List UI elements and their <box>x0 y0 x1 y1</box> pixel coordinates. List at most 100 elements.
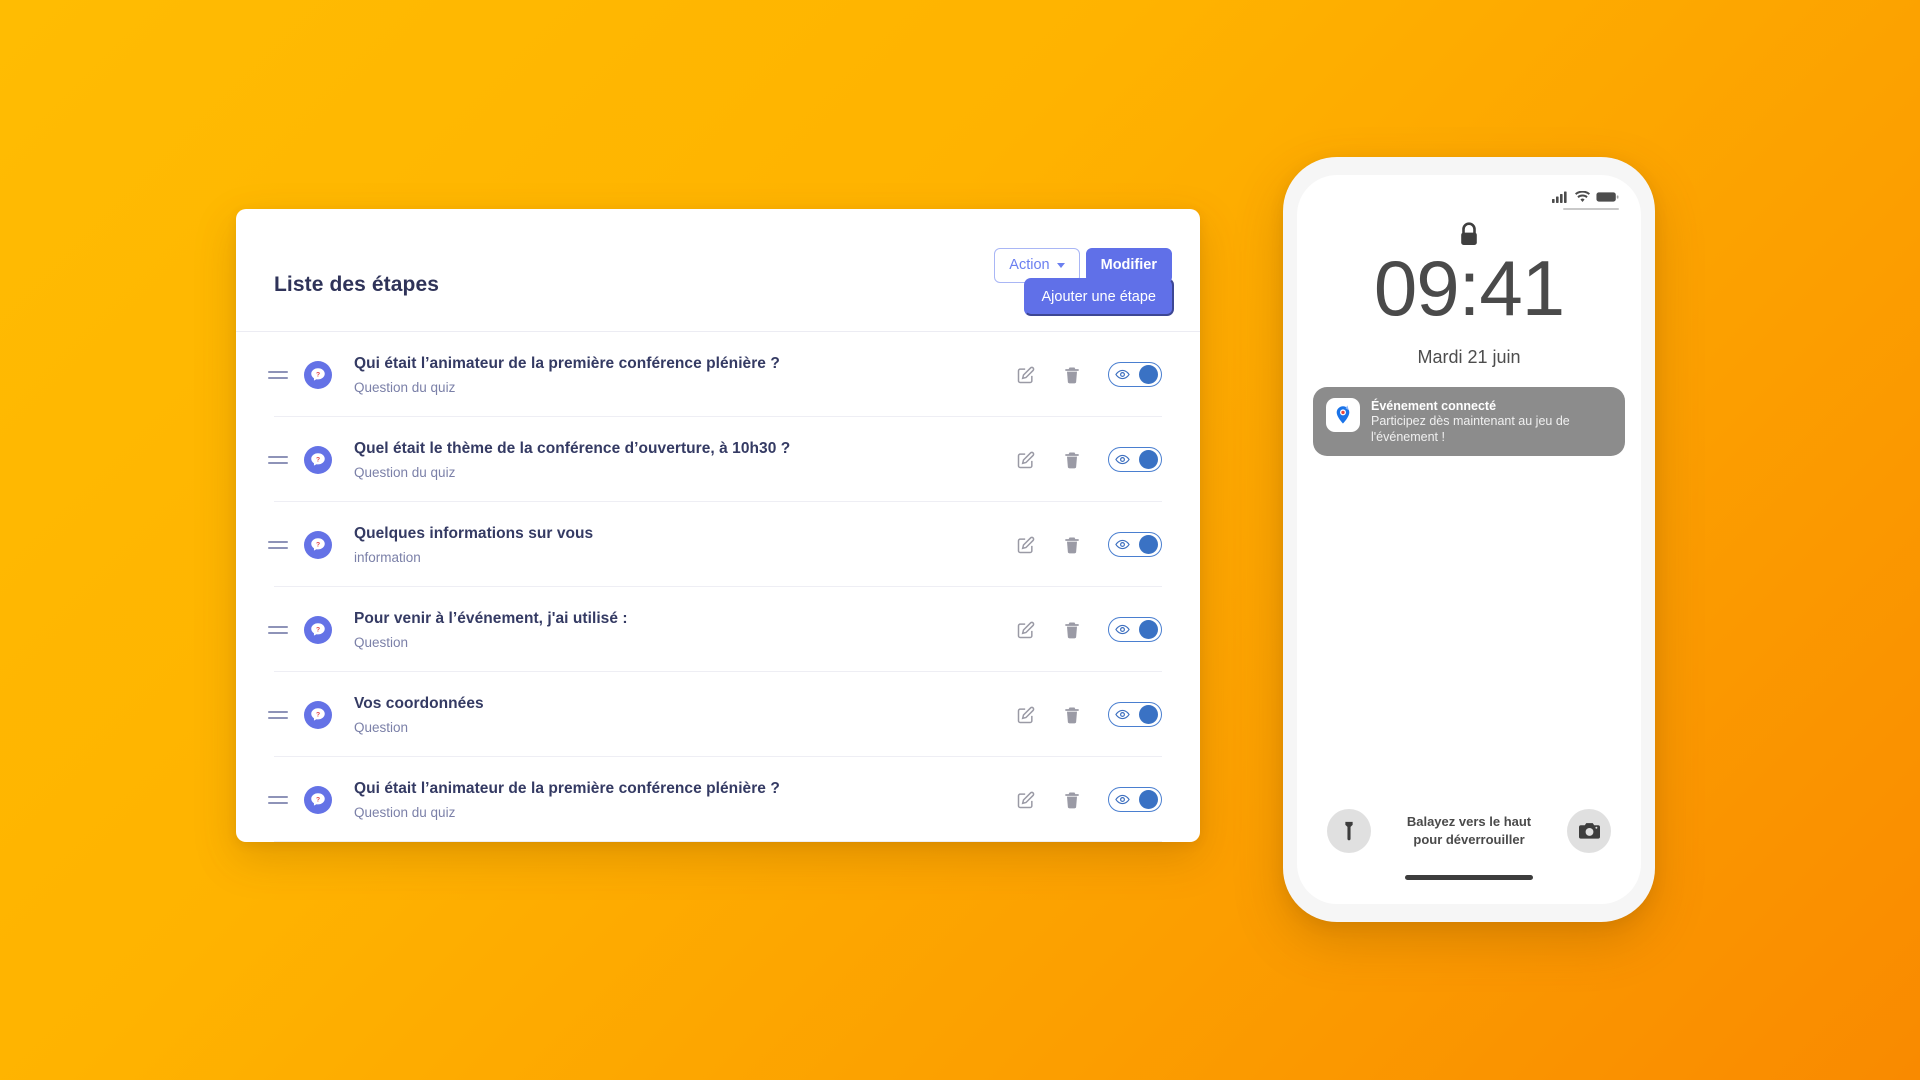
notification-title: Événement connecté <box>1371 399 1497 413</box>
step-subtitle: Question du quiz <box>354 804 456 820</box>
toggle-knob <box>1139 790 1158 809</box>
trash-icon[interactable] <box>1062 620 1082 640</box>
row-actions <box>1016 362 1162 387</box>
toggle-knob <box>1139 365 1158 384</box>
step-list: ? Qui était l’animateur de la première c… <box>236 332 1200 842</box>
table-row[interactable]: ? Quelques informations sur vous informa… <box>236 502 1200 587</box>
step-text: Qui était l’animateur de la première con… <box>354 780 1016 820</box>
notification-banner[interactable]: Événement connecté Participez dès mainte… <box>1313 387 1625 457</box>
toggle-knob <box>1139 535 1158 554</box>
trash-icon[interactable] <box>1062 365 1082 385</box>
cellular-signal-icon <box>1552 191 1567 203</box>
visibility-toggle[interactable] <box>1108 532 1162 557</box>
flashlight-icon[interactable] <box>1327 809 1371 853</box>
question-bubble-icon: ? <box>304 785 332 814</box>
step-text: Qui était l’animateur de la première con… <box>354 355 1016 395</box>
visibility-toggle[interactable] <box>1108 787 1162 812</box>
toggle-knob <box>1139 705 1158 724</box>
svg-text:?: ? <box>316 456 320 463</box>
svg-text:?: ? <box>316 626 320 633</box>
home-indicator[interactable] <box>1405 875 1533 880</box>
page-title: Liste des étapes <box>274 273 440 296</box>
table-row[interactable]: ? Qui était l’animateur de la première c… <box>236 757 1200 842</box>
battery-icon <box>1596 192 1619 202</box>
wifi-icon <box>1575 191 1590 202</box>
toggle-knob <box>1139 620 1158 639</box>
trash-icon[interactable] <box>1062 790 1082 810</box>
phone-bottom-row: Balayez vers le haut pour déverrouiller <box>1297 809 1641 853</box>
step-text: Vos coordonnées Question <box>354 695 1016 735</box>
phone-screen: 09:41 Mardi 21 juin Événement connecté P… <box>1297 175 1641 904</box>
edit-pencil-icon[interactable] <box>1016 790 1036 810</box>
row-actions <box>1016 447 1162 472</box>
phone-bottom-area: Balayez vers le haut pour déverrouiller <box>1297 809 1641 880</box>
table-row[interactable]: ? Vos coordonnées Question <box>236 672 1200 757</box>
edit-pencil-icon[interactable] <box>1016 450 1036 470</box>
question-bubble-icon: ? <box>304 360 332 389</box>
svg-text:?: ? <box>316 711 320 718</box>
notification-body: Événement connecté Participez dès mainte… <box>1371 398 1612 445</box>
action-dropdown-label: Action <box>1009 257 1050 273</box>
camera-icon[interactable] <box>1567 809 1611 853</box>
steps-card: Liste des étapes Action Modifier Ajouter… <box>236 209 1200 842</box>
drag-handle-icon[interactable] <box>268 370 290 379</box>
question-bubble-icon: ? <box>304 700 332 729</box>
swipe-hint-line1: Balayez vers le haut <box>1406 814 1532 830</box>
lockscreen-time: 09:41 <box>1373 244 1565 332</box>
visibility-toggle[interactable] <box>1108 362 1162 387</box>
toggle-knob <box>1139 450 1158 469</box>
lockscreen-date: Mardi 21 juin <box>1417 347 1521 367</box>
step-text: Quelques informations sur vous informati… <box>354 525 1016 565</box>
phone-status-bar <box>1552 191 1619 210</box>
swipe-hint: Balayez vers le haut pour déverrouiller <box>1371 813 1567 848</box>
table-row[interactable]: ? Qui était l’animateur de la première c… <box>236 332 1200 417</box>
map-pin-app-icon <box>1326 398 1360 432</box>
drag-handle-icon[interactable] <box>268 710 290 719</box>
status-underline <box>1563 208 1619 210</box>
svg-text:?: ? <box>316 796 320 803</box>
step-subtitle: Question <box>354 719 409 735</box>
svg-text:?: ? <box>316 541 320 548</box>
card-header: Liste des étapes Action Modifier Ajouter… <box>236 209 1200 332</box>
step-text: Pour venir à l’événement, j'ai utilisé :… <box>354 610 1016 650</box>
step-title: Quel était le thème de la conférence d’o… <box>354 439 791 457</box>
step-subtitle: Question du quiz <box>354 464 456 480</box>
visibility-toggle[interactable] <box>1108 617 1162 642</box>
drag-handle-icon[interactable] <box>268 625 290 634</box>
status-icons <box>1552 191 1619 203</box>
step-title: Pour venir à l’événement, j'ai utilisé : <box>354 609 628 627</box>
visibility-toggle[interactable] <box>1108 702 1162 727</box>
visibility-toggle[interactable] <box>1108 447 1162 472</box>
question-bubble-icon: ? <box>304 445 332 474</box>
step-title: Qui était l’animateur de la première con… <box>354 779 780 797</box>
drag-handle-icon[interactable] <box>268 540 290 549</box>
trash-icon[interactable] <box>1062 705 1082 725</box>
row-actions <box>1016 702 1162 727</box>
trash-icon[interactable] <box>1062 450 1082 470</box>
row-actions <box>1016 532 1162 557</box>
row-actions <box>1016 787 1162 812</box>
question-bubble-icon: ? <box>304 530 332 559</box>
edit-pencil-icon[interactable] <box>1016 365 1036 385</box>
question-bubble-icon: ? <box>304 615 332 644</box>
edit-pencil-icon[interactable] <box>1016 705 1036 725</box>
step-title: Quelques informations sur vous <box>354 524 594 542</box>
row-actions <box>1016 617 1162 642</box>
notification-text: Participez dès maintenant au jeu de l'év… <box>1371 414 1570 444</box>
table-row[interactable]: ? Pour venir à l’événement, j'ai utilisé… <box>236 587 1200 672</box>
phone-mockup: 09:41 Mardi 21 juin Événement connecté P… <box>1283 157 1655 922</box>
edit-pencil-icon[interactable] <box>1016 620 1036 640</box>
add-step-button[interactable]: Ajouter une étape <box>1023 278 1174 316</box>
trash-icon[interactable] <box>1062 535 1082 555</box>
step-subtitle: Question <box>354 634 409 650</box>
chevron-down-icon <box>1056 262 1065 268</box>
step-subtitle: information <box>354 549 421 565</box>
drag-handle-icon[interactable] <box>268 455 290 464</box>
step-subtitle: Question du quiz <box>354 379 456 395</box>
drag-handle-icon[interactable] <box>268 795 290 804</box>
step-title: Vos coordonnées <box>354 694 484 712</box>
table-row[interactable]: ? Quel était le thème de la conférence d… <box>236 417 1200 502</box>
edit-pencil-icon[interactable] <box>1016 535 1036 555</box>
step-title: Qui était l’animateur de la première con… <box>354 354 780 372</box>
swipe-hint-line2: pour déverrouiller <box>1413 832 1525 847</box>
